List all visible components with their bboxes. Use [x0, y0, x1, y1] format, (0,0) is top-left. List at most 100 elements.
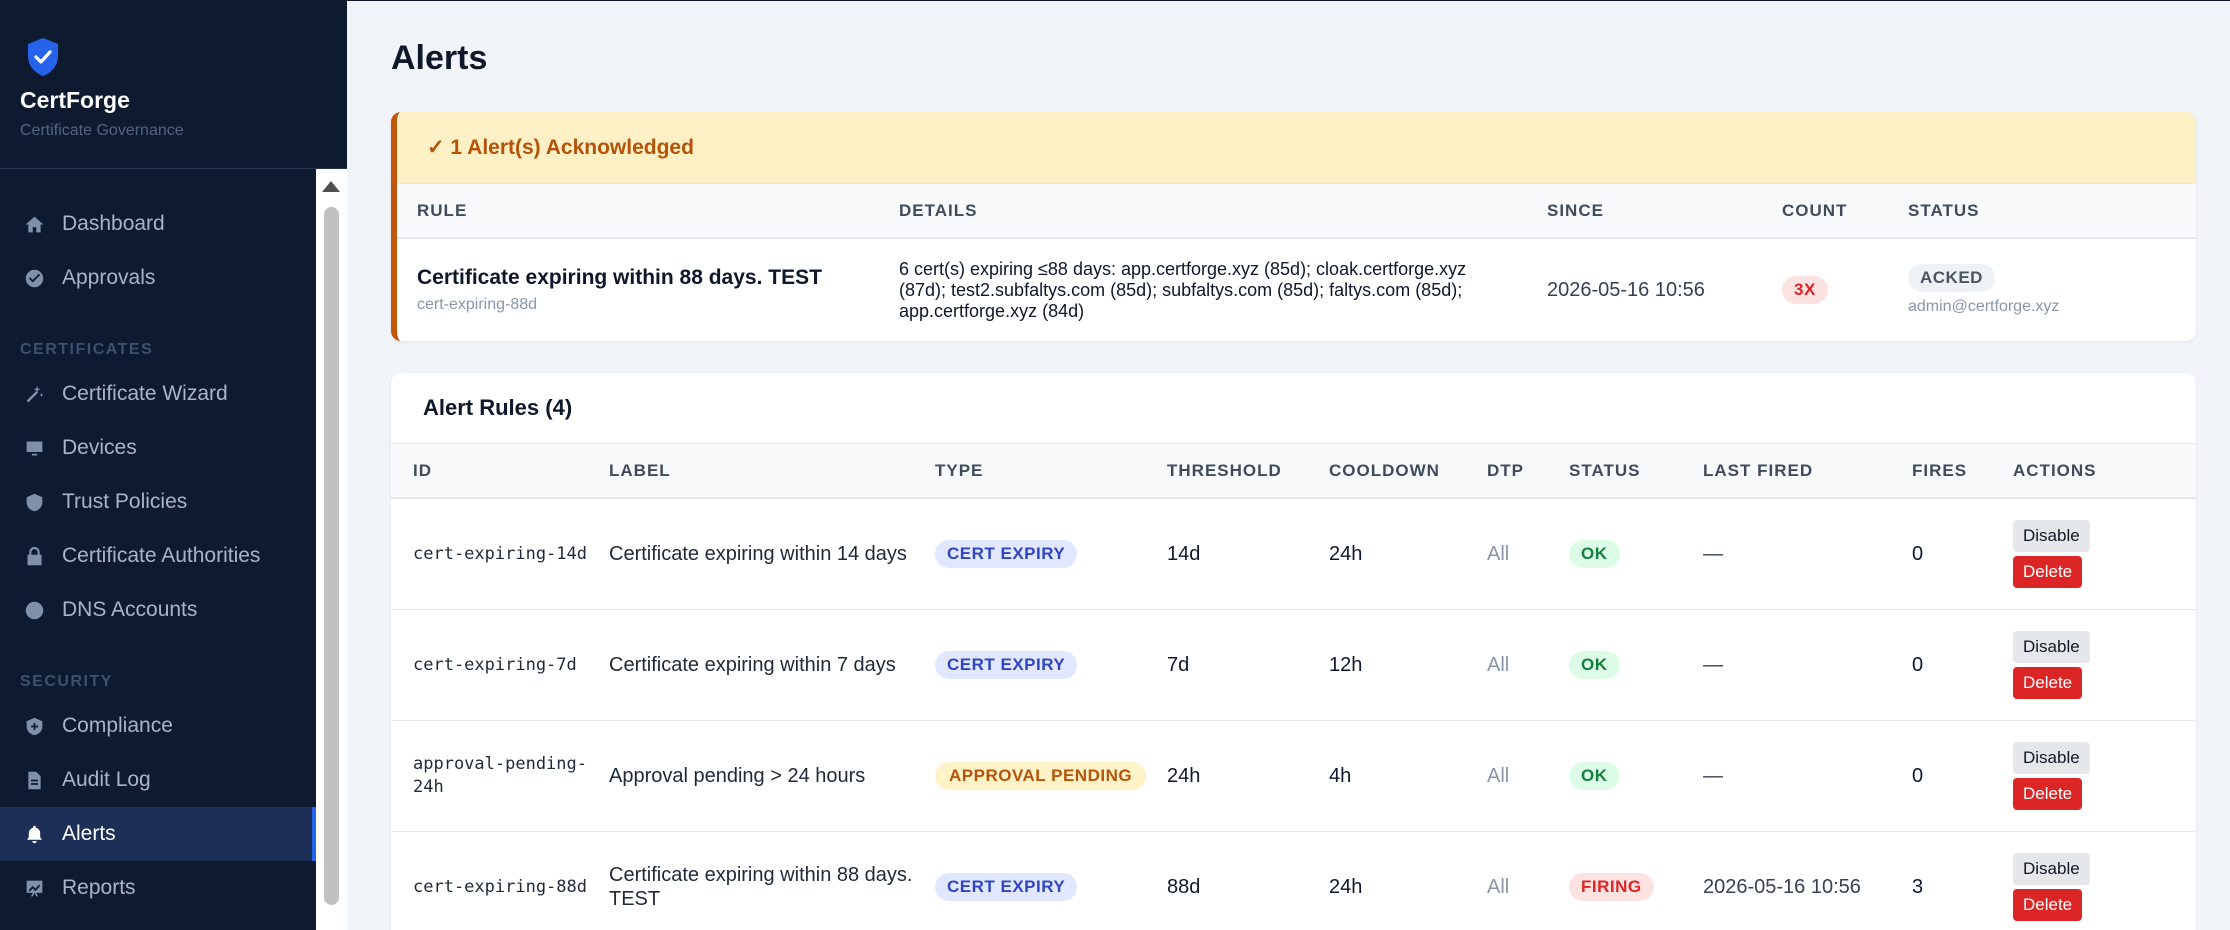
status-badge: OK: [1569, 540, 1620, 568]
scroll-thumb[interactable]: [324, 207, 339, 905]
fires-count: 3: [1912, 875, 1924, 898]
cooldown: 24h: [1329, 542, 1363, 565]
sidebar-item-label: DNS Accounts: [62, 598, 198, 621]
status-badge: ACKED: [1908, 264, 1995, 292]
main-content: Alerts ✓ 1 Alert(s) Acknowledged RULE DE…: [347, 1, 2230, 930]
type-badge: APPROVAL PENDING: [935, 762, 1147, 790]
last-fired: —: [1703, 764, 1723, 787]
col-count: COUNT: [1782, 200, 1848, 220]
sidebar-item-label: Audit Log: [62, 768, 151, 791]
sidebar: CertForge Certificate Governance Dashboa…: [0, 1, 347, 930]
sidebar-item-alerts[interactable]: Alerts: [0, 807, 316, 861]
sidebar-scrollbar[interactable]: [316, 169, 347, 930]
monitor-icon: [22, 436, 46, 460]
sidebar-item-dns-accounts[interactable]: DNS Accounts: [0, 583, 316, 637]
sidebar-item-dashboard[interactable]: Dashboard: [0, 197, 316, 251]
cooldown: 24h: [1329, 875, 1363, 898]
type-badge: CERT EXPIRY: [935, 540, 1078, 568]
threshold: 14d: [1167, 542, 1201, 565]
alert-since: 2026-05-16 10:56: [1547, 278, 1705, 301]
dtp: All: [1487, 653, 1510, 676]
last-fired: —: [1703, 653, 1723, 676]
sidebar-item-label: Trust Policies: [62, 490, 188, 513]
chart-icon: [22, 876, 46, 900]
brand: CertForge Certificate Governance: [0, 1, 347, 169]
last-fired: —: [1703, 542, 1723, 565]
check-circle-icon: [22, 266, 46, 290]
lock-icon: [22, 544, 46, 568]
sidebar-item-devices[interactable]: Devices: [0, 421, 316, 475]
sidebar-item-reports[interactable]: Reports: [0, 861, 316, 915]
disable-button[interactable]: Disable: [2013, 742, 2090, 774]
magic-wand-icon: [22, 382, 46, 406]
disable-button[interactable]: Disable: [2013, 520, 2090, 552]
ack-table-header: RULE DETAILS SINCE COUNT STATUS: [397, 183, 2196, 239]
table-row: cert-expiring-88d Certificate expiring w…: [391, 832, 2196, 930]
sidebar-item-trust-policies[interactable]: Trust Policies: [0, 475, 316, 529]
sidebar-item-audit-log[interactable]: Audit Log: [0, 753, 316, 807]
rule-id: cert-expiring-88d: [417, 296, 538, 313]
rule-title: Certificate expiring within 88 days. TES…: [417, 266, 822, 289]
alert-rules-card: Alert Rules (4) ID LABEL TYPE THRESHOLD …: [391, 373, 2196, 930]
ack-header: ✓ 1 Alert(s) Acknowledged: [397, 112, 2196, 183]
col-status: STATUS: [1569, 460, 1641, 480]
sidebar-item-certificate-authorities[interactable]: Certificate Authorities: [0, 529, 316, 583]
sidebar-item-label: Dashboard: [62, 212, 165, 235]
sidebar-item-label: Alerts: [62, 822, 116, 845]
table-row: cert-expiring-7d Certificate expiring wi…: [391, 610, 2196, 721]
col-details: DETAILS: [899, 201, 978, 220]
nav-section-certificates: CERTIFICATES: [20, 341, 154, 358]
threshold: 24h: [1167, 764, 1201, 787]
rules-header: Alert Rules (4): [423, 395, 573, 420]
delete-button[interactable]: Delete: [2013, 778, 2083, 810]
table-row: approval-pending-24h Approval pending > …: [391, 721, 2196, 832]
sidebar-item-label: Devices: [62, 436, 137, 459]
document-icon: [22, 768, 46, 792]
sidebar-item-certificate-wizard[interactable]: Certificate Wizard: [0, 367, 316, 421]
sidebar-item-compliance[interactable]: Compliance: [0, 699, 316, 753]
dtp: All: [1487, 764, 1510, 787]
fires-count: 0: [1912, 764, 1924, 787]
sidebar-item-label: Certificate Authorities: [62, 544, 261, 567]
scroll-up-arrow-icon[interactable]: [322, 181, 340, 192]
col-actions: ACTIONS: [2013, 460, 2097, 480]
sidebar-item-label: Reports: [62, 876, 136, 899]
acknowledged-alerts-card: ✓ 1 Alert(s) Acknowledged RULE DETAILS S…: [391, 112, 2196, 341]
nav-section-security: SECURITY: [20, 673, 113, 690]
last-fired: 2026-05-16 10:56: [1703, 875, 1861, 898]
col-rule: RULE: [417, 200, 468, 220]
delete-button[interactable]: Delete: [2013, 667, 2083, 699]
rule-id: cert-expiring-7d: [413, 654, 577, 675]
disable-button[interactable]: Disable: [2013, 853, 2090, 885]
home-icon: [22, 212, 46, 236]
dtp: All: [1487, 542, 1510, 565]
col-threshold: THRESHOLD: [1167, 460, 1282, 480]
bell-icon: [22, 822, 46, 846]
col-fires: FIRES: [1912, 460, 1968, 480]
col-type: TYPE: [935, 460, 984, 480]
shield-plus-icon: [22, 714, 46, 738]
brand-subtitle: Certificate Governance: [20, 122, 184, 139]
sidebar-nav: Dashboard Approvals CERTIFICATES Certifi…: [0, 169, 316, 930]
rule-label: Certificate expiring within 7 days: [609, 654, 896, 676]
cooldown: 12h: [1329, 653, 1363, 676]
globe-icon: [22, 598, 46, 622]
delete-button[interactable]: Delete: [2013, 556, 2083, 588]
status-badge: FIRING: [1569, 873, 1654, 901]
delete-button[interactable]: Delete: [2013, 889, 2083, 921]
rule-id: cert-expiring-14d: [413, 543, 587, 564]
type-badge: CERT EXPIRY: [935, 873, 1078, 901]
threshold: 7d: [1167, 653, 1190, 676]
col-last-fired: LAST FIRED: [1703, 460, 1814, 480]
col-label: LABEL: [609, 460, 671, 480]
sidebar-item-label: Approvals: [62, 266, 156, 289]
type-badge: CERT EXPIRY: [935, 651, 1078, 679]
rule-label: Certificate expiring within 14 days: [609, 543, 907, 565]
col-dtp: DTP: [1487, 460, 1524, 480]
sidebar-item-approvals[interactable]: Approvals: [0, 251, 316, 305]
shield-check-icon: [28, 38, 58, 76]
col-since: SINCE: [1547, 200, 1604, 220]
table-row: cert-expiring-14d Certificate expiring w…: [391, 499, 2196, 610]
disable-button[interactable]: Disable: [2013, 631, 2090, 663]
rule-id: cert-expiring-88d: [413, 876, 587, 897]
